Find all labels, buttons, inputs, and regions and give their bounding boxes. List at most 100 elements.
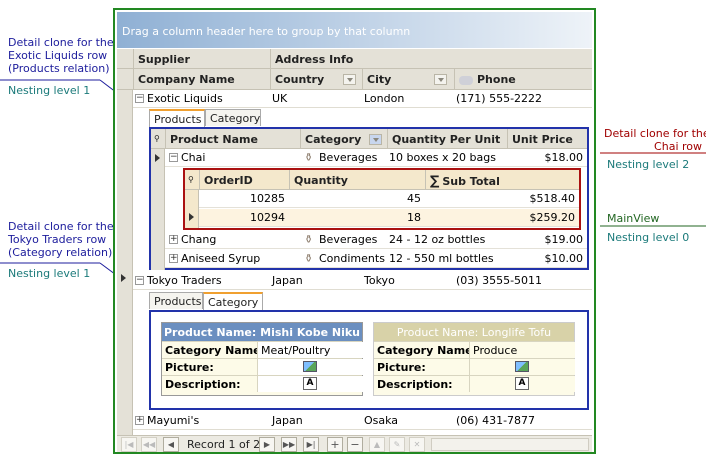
edit-up-icon[interactable]: ▲: [369, 437, 385, 452]
cell-product-name: Chai: [181, 151, 206, 164]
table-row[interactable]: − Chai ⚱ Beverages 10 boxes x 20 bags $1…: [165, 149, 587, 167]
collapse-icon[interactable]: −: [135, 276, 144, 285]
products-header: ⚲ Product Name Category Quantity Per Uni…: [151, 129, 587, 149]
row-indicator-column: [117, 90, 133, 435]
col-phone[interactable]: Phone: [454, 69, 592, 89]
picture-field[interactable]: [257, 359, 363, 375]
search-icon[interactable]: ⚲: [185, 170, 199, 189]
col-company-name[interactable]: Company Name: [133, 69, 270, 89]
first-record-icon[interactable]: |◀: [121, 437, 137, 452]
table-row[interactable]: + Aniseed Syrup ⚱ Condiments 12 - 550 ml…: [165, 250, 587, 268]
search-icon[interactable]: ⚲: [151, 129, 165, 148]
picture-label: Picture:: [165, 361, 214, 374]
next-page-icon[interactable]: ▶▶: [281, 437, 297, 452]
callout-chai-level: Nesting level 2: [607, 158, 690, 171]
band-header: Supplier Address Info: [117, 49, 592, 69]
table-row[interactable]: − Exotic Liquids UK London (171) 555-222…: [133, 90, 592, 108]
col-city[interactable]: City: [362, 69, 454, 89]
record-navigator: |◀ ◀◀ ◀ Record 1 of 2 ▶ ▶▶ ▶| + − ▲ ✎ ✕: [117, 435, 592, 452]
prev-record-icon[interactable]: ◀: [163, 437, 179, 452]
column-header: Company Name Country City Phone: [117, 69, 592, 90]
cell-quantity: 45: [407, 192, 421, 205]
table-row[interactable]: − Tokyo Traders Japan Tokyo (03) 3555-50…: [133, 272, 592, 290]
col-category[interactable]: Category: [300, 129, 387, 148]
table-row[interactable]: + Chang ⚱ Beverages 24 - 12 oz bottles $…: [165, 231, 587, 249]
picture-label: Picture:: [377, 361, 426, 374]
cell-category: Beverages: [319, 233, 378, 246]
next-record-icon[interactable]: ▶: [259, 437, 275, 452]
cancel-edit-icon[interactable]: ✕: [409, 437, 425, 452]
cell-city: Tokyo: [364, 274, 395, 287]
cell-country: Japan: [272, 274, 303, 287]
orders-header: ⚲ OrderID Quantity ∑ Sub Total: [185, 170, 579, 190]
table-row[interactable]: + Mayumi's Japan Osaka (06) 431-7877: [133, 412, 592, 430]
cell-product-name: Aniseed Syrup: [181, 252, 261, 265]
col-unit-price[interactable]: Unit Price: [507, 129, 587, 148]
category-name-value[interactable]: Meat/Poultry: [257, 342, 363, 358]
collapse-icon[interactable]: −: [169, 153, 178, 162]
add-record-icon[interactable]: +: [327, 437, 343, 452]
filter-dropdown-icon[interactable]: [434, 74, 447, 85]
cell-order-id: 10285: [250, 192, 285, 205]
category-name-label: Category Name:: [377, 344, 478, 357]
col-country[interactable]: Country: [270, 69, 362, 89]
detail-level1-category: Products Category Product Name: Mishi Ko…: [149, 292, 592, 412]
callout-exotic-level: Nesting level 1: [8, 84, 91, 97]
col-category-label: Category: [305, 133, 362, 146]
horizontal-scrollbar[interactable]: [431, 438, 589, 451]
tab-category[interactable]: Category: [203, 292, 263, 310]
table-row[interactable]: 10285 45 $518.40: [199, 190, 579, 208]
collapse-icon[interactable]: −: [135, 94, 144, 103]
detail-tabs: Products Category: [149, 292, 349, 310]
table-row[interactable]: 10294 18 $259.20: [199, 209, 579, 227]
delete-record-icon[interactable]: −: [347, 437, 363, 452]
cell-company: Mayumi's: [147, 414, 200, 427]
col-sub-total-label: Sub Total: [442, 175, 500, 188]
current-row-arrow: [121, 274, 126, 282]
col-city-label: City: [367, 73, 392, 86]
callout-tokyo: Detail clone for the Tokyo Traders row (…: [8, 220, 114, 259]
col-quantity-per-unit[interactable]: Quantity Per Unit: [387, 129, 507, 148]
category-card[interactable]: Product Name: Longlife Tofu Category Nam…: [373, 322, 575, 396]
expand-icon[interactable]: +: [135, 416, 144, 425]
cell-quantity: 18: [407, 211, 421, 224]
tab-products[interactable]: Products: [149, 109, 205, 127]
description-field[interactable]: A: [469, 376, 575, 392]
phone-icon: [459, 75, 473, 85]
memo-icon: A: [303, 377, 317, 390]
group-panel[interactable]: Drag a column header here to group by th…: [117, 12, 592, 48]
callout-tokyo-level: Nesting level 1: [8, 267, 91, 280]
products-indicator: [151, 149, 165, 270]
category-name-label: Category Name:: [165, 344, 266, 357]
cell-company: Exotic Liquids: [147, 92, 223, 105]
cell-country: Japan: [272, 414, 303, 427]
callout-main-level: Nesting level 0: [607, 231, 690, 244]
band-supplier[interactable]: Supplier: [133, 49, 270, 68]
band-address-info[interactable]: Address Info: [270, 49, 592, 68]
bottle-icon: ⚱: [304, 233, 314, 246]
col-order-id[interactable]: OrderID: [199, 170, 289, 189]
edit-pen-icon[interactable]: ✎: [389, 437, 405, 452]
card-title: Product Name: Mishi Kobe Niku: [162, 323, 362, 341]
description-field[interactable]: A: [257, 376, 363, 392]
cell-price: $10.00: [544, 252, 584, 265]
col-quantity[interactable]: Quantity: [289, 170, 425, 189]
category-view: Product Name: Mishi Kobe Niku Category N…: [149, 310, 589, 410]
col-sub-total[interactable]: ∑ Sub Total: [425, 170, 579, 189]
tab-category[interactable]: Category: [205, 109, 261, 126]
expand-icon[interactable]: +: [169, 254, 178, 263]
picture-icon: [515, 361, 529, 372]
col-product-name[interactable]: Product Name: [165, 129, 300, 148]
orders-indicator: [185, 190, 199, 228]
cell-country: UK: [272, 92, 288, 105]
category-name-value[interactable]: Produce: [469, 342, 575, 358]
picture-field[interactable]: [469, 359, 575, 375]
last-record-icon[interactable]: ▶|: [303, 437, 319, 452]
prev-page-icon[interactable]: ◀◀: [141, 437, 157, 452]
filter-dropdown-icon[interactable]: [343, 74, 356, 85]
category-card[interactable]: Product Name: Mishi Kobe Niku Category N…: [161, 322, 363, 396]
cell-company: Tokyo Traders: [147, 274, 222, 287]
filter-dropdown-icon[interactable]: [369, 134, 382, 145]
tab-products[interactable]: Products: [149, 292, 203, 309]
expand-icon[interactable]: +: [169, 235, 178, 244]
